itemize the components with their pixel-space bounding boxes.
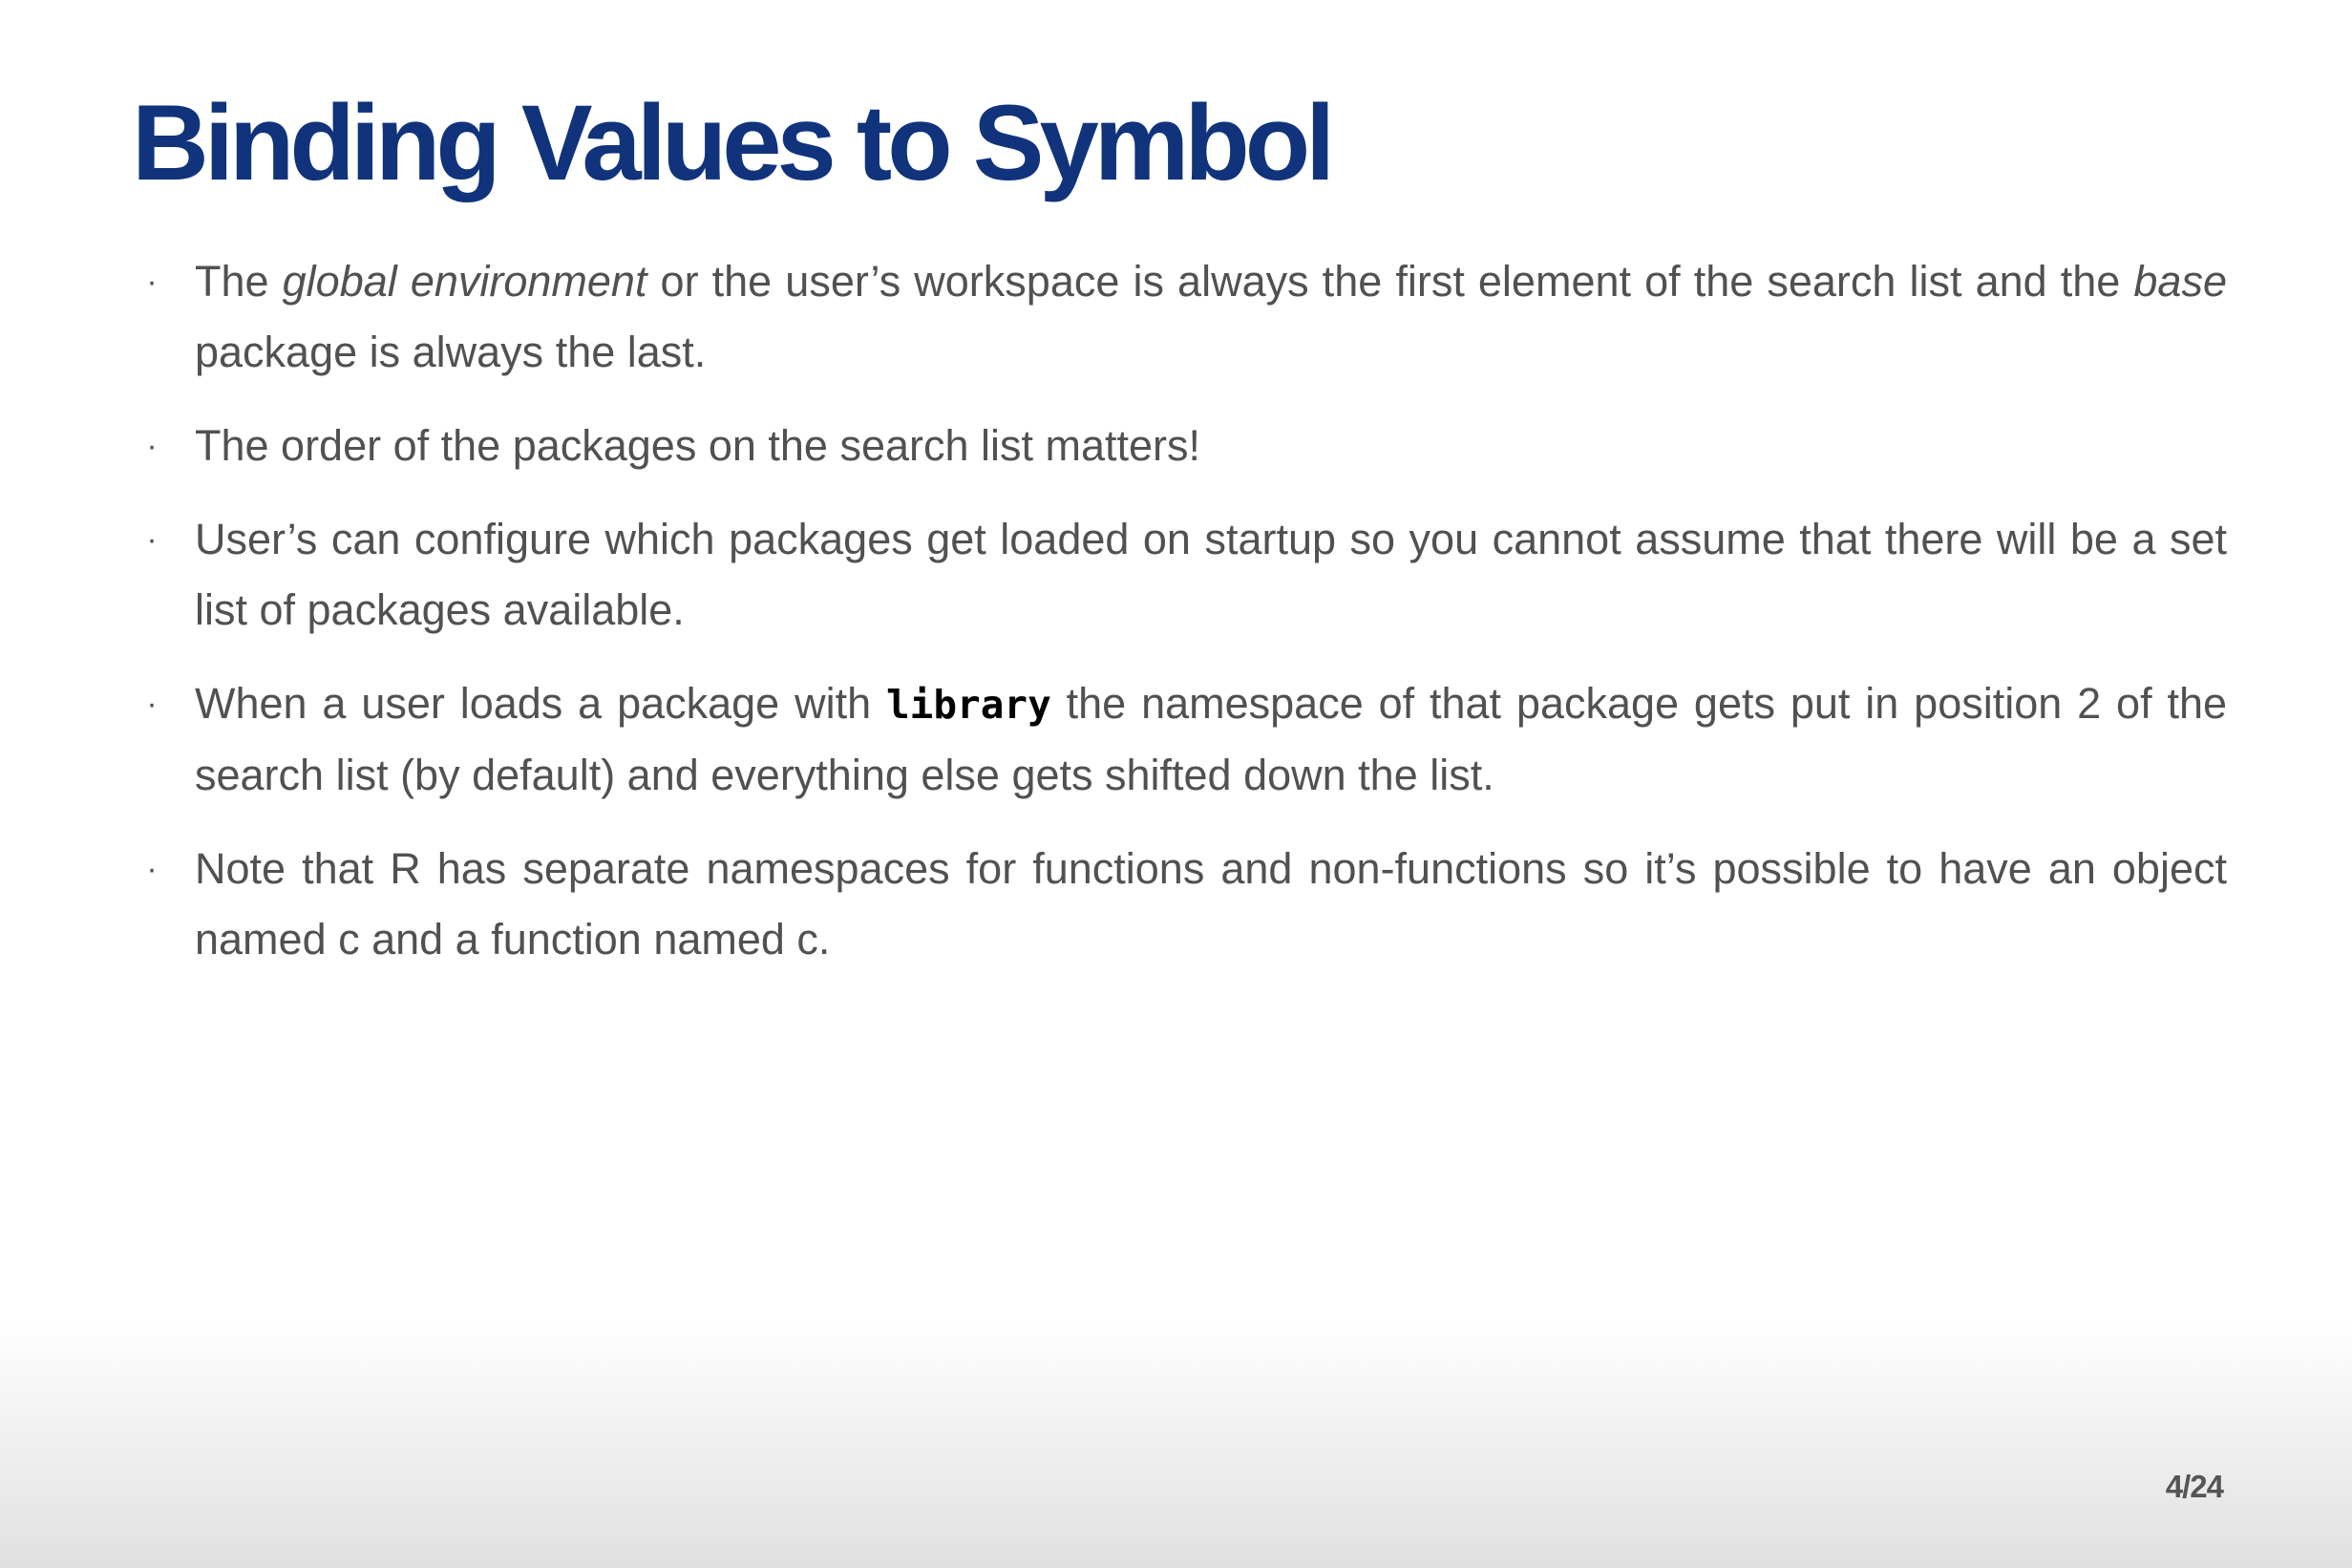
emphasis-text: global environment [282,257,647,306]
bullet-text: User’s can configure which packages get … [195,515,2227,634]
bullet-text: package is always the last. [195,328,707,376]
bullet-list: · The global environment or the user’s w… [145,246,2227,998]
bullet-item: · The order of the packages on the searc… [145,411,2227,481]
emphasis-text: base [2133,257,2227,306]
slide-title: Binding Values to Symbol [132,83,1335,202]
bullet-item: · Note that R has separate namespaces fo… [145,834,2227,975]
slide: Binding Values to Symbol · The global en… [0,0,2352,1568]
bullet-item: · The global environment or the user’s w… [145,246,2227,388]
bullet-marker: · [146,428,158,464]
code-text: library [885,682,1051,728]
page-number: 4/24 [2165,1469,2224,1504]
bullet-text: When a user loads a package with [195,679,886,728]
bullet-marker: · [146,264,158,300]
bullet-item: · When a user loads a package with libra… [145,668,2227,811]
bullet-item: · User’s can configure which packages ge… [145,504,2227,646]
bullet-text: The [195,257,283,306]
bullet-text: The order of the packages on the search … [195,421,1201,470]
bullet-text: Note that R has separate namespaces for … [195,844,2227,964]
bullet-text: or the user’s workspace is always the fi… [646,257,2134,306]
bullet-marker: · [146,686,158,722]
bullet-marker: · [146,521,158,558]
bullet-marker: · [146,851,158,887]
